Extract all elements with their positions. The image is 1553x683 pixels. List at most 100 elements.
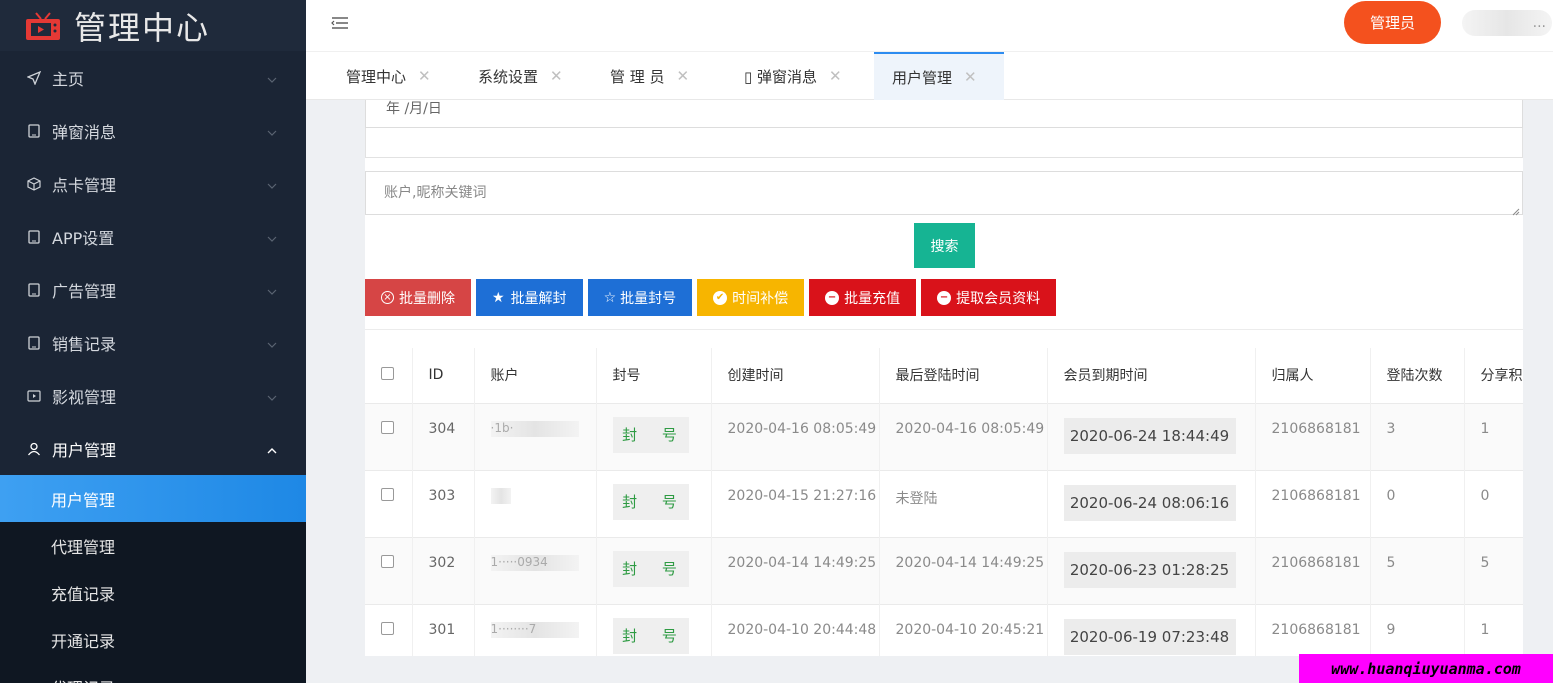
- ban-button[interactable]: 封 号: [612, 550, 689, 587]
- close-icon[interactable]: ✕: [964, 68, 977, 86]
- close-icon[interactable]: ✕: [677, 67, 690, 85]
- tab-popup-messages[interactable]: ▯ 弹窗消息 ✕: [744, 52, 842, 100]
- date-input[interactable]: 年 /月/日: [365, 100, 1523, 128]
- sidebar-item-users[interactable]: 用户管理: [0, 422, 306, 475]
- sidebar-item-cards[interactable]: 点卡管理: [0, 157, 306, 210]
- keyword-textarea[interactable]: 账户,昵称关键词: [365, 171, 1523, 215]
- time-compensation-button[interactable]: ✔ 时间补偿: [697, 279, 805, 316]
- cell-account: 1········7: [474, 603, 597, 656]
- sidebar-item-home[interactable]: 主页: [0, 51, 306, 104]
- sidebar-item-label: 用户管理: [52, 440, 117, 460]
- export-members-button[interactable]: − 提取会员资料: [921, 279, 1057, 316]
- chevron-down-icon: [266, 177, 278, 189]
- table-row[interactable]: 304 ·1b· 封 号 2020-04-16 08:05:49 2020-04…: [365, 402, 1523, 470]
- cell-last-login: 2020-04-14 14:49:25: [879, 536, 1048, 604]
- column-header[interactable]: 创建时间: [711, 348, 880, 403]
- expiry-value: 2020-06-24 18:44:49: [1063, 417, 1236, 454]
- sidebar-subitem-recharge-records[interactable]: 充值记录: [0, 569, 306, 616]
- sidebar-item-label: 弹窗消息: [52, 122, 117, 142]
- batch-delete-button[interactable]: × 批量删除: [365, 279, 471, 316]
- sidebar-subitem-activation-records[interactable]: 开通记录: [0, 616, 306, 663]
- column-header[interactable]: 登陆次数: [1370, 348, 1465, 403]
- row-checkbox[interactable]: [381, 420, 394, 434]
- column-header[interactable]: 账户: [474, 348, 597, 403]
- filter-input[interactable]: [365, 128, 1523, 158]
- cell-expiry: 2020-06-24 18:44:49: [1047, 402, 1256, 470]
- resize-grip-icon[interactable]: [1512, 204, 1520, 216]
- ban-button[interactable]: 封 号: [612, 483, 689, 520]
- cell-last-login: 2020-04-10 20:45:21: [879, 603, 1048, 656]
- select-all-checkbox[interactable]: [381, 366, 394, 380]
- sidebar-subitem-user-management[interactable]: 用户管理: [0, 475, 306, 522]
- admin-role-button[interactable]: 管理员: [1344, 1, 1441, 44]
- table-row[interactable]: 303 封 号 2020-04-15 21:27:16 未登陆 2020-06-…: [365, 469, 1523, 537]
- cell-last-login: 未登陆: [879, 469, 1048, 537]
- column-header[interactable]: 会员到期时间: [1047, 348, 1256, 403]
- column-header[interactable]: ID: [412, 348, 475, 403]
- row-select-cell: [365, 402, 413, 470]
- cell-id: 301: [412, 603, 475, 656]
- column-header[interactable]: 分享积: [1464, 348, 1523, 403]
- tab-bar: 管理中心 ✕ 系统设置 ✕ 管 理 员 ✕ ▯ 弹窗消息 ✕ 用户管理 ✕: [306, 51, 1553, 100]
- column-header[interactable]: 封号: [596, 348, 712, 403]
- menu-toggle-icon[interactable]: [330, 13, 350, 33]
- sidebar-submenu-users: 用户管理 代理管理 充值记录 开通记录 代理记录: [0, 475, 306, 683]
- cell-created: 2020-04-16 08:05:49: [711, 402, 880, 470]
- sidebar-subitem-agent-management[interactable]: 代理管理: [0, 522, 306, 569]
- sidebar: 管理中心 主页 弹窗消息 点卡管理 APP设置 广告管理 销售记录 影视管理 用…: [0, 0, 306, 683]
- ban-button[interactable]: 封 号: [612, 416, 689, 453]
- button-label: 批量解封: [510, 290, 567, 307]
- table-row[interactable]: 302 1·····0934 封 号 2020-04-14 14:49:25 2…: [365, 536, 1523, 604]
- sidebar-item-app-settings[interactable]: APP设置: [0, 210, 306, 263]
- brand-title: 管理中心: [74, 8, 211, 47]
- cell-id: 303: [412, 469, 475, 537]
- batch-recharge-button[interactable]: − 批量充值: [809, 279, 917, 316]
- column-header[interactable]: 归属人: [1255, 348, 1371, 403]
- sidebar-item-video[interactable]: 影视管理: [0, 369, 306, 422]
- users-table-container: ID 账户 封号 创建时间 最后登陆时间 会员到期时间 归属人 登陆次数 分享积…: [365, 329, 1523, 656]
- cell-owner: 2106868181: [1255, 603, 1371, 656]
- cell-last-login: 2020-04-16 08:05:49: [879, 402, 1048, 470]
- watermark-banner: www.huanqiuyuanma.com: [1299, 654, 1553, 683]
- row-select-cell: [365, 536, 413, 604]
- tab-admin-center[interactable]: 管理中心 ✕: [346, 52, 431, 100]
- cell-expiry: 2020-06-24 08:06:16: [1047, 469, 1256, 537]
- tab-label: ▯ 弹窗消息: [744, 67, 818, 86]
- sidebar-item-label: APP设置: [52, 228, 115, 248]
- batch-ban-button[interactable]: ☆ 批量封号: [587, 279, 693, 316]
- sidebar-item-sales[interactable]: 销售记录: [0, 316, 306, 369]
- cell-ban: 封 号: [596, 469, 712, 537]
- button-label: 提取会员资料: [956, 290, 1041, 307]
- close-icon[interactable]: ✕: [829, 67, 842, 85]
- row-checkbox[interactable]: [381, 487, 394, 501]
- tab-administrators[interactable]: 管 理 员 ✕: [610, 52, 689, 100]
- row-select-cell: [365, 603, 413, 656]
- cell-logins: 5: [1370, 536, 1465, 604]
- row-checkbox[interactable]: [381, 621, 394, 635]
- batch-unban-button[interactable]: ★ 批量解封: [476, 279, 583, 316]
- tab-label: 用户管理: [892, 68, 953, 87]
- sidebar-item-ads[interactable]: 广告管理: [0, 263, 306, 316]
- tab-user-management[interactable]: 用户管理 ✕: [874, 52, 1004, 100]
- account-value: 1········7: [490, 621, 579, 638]
- close-icon[interactable]: ✕: [550, 67, 563, 85]
- sidebar-item-label: 广告管理: [52, 281, 117, 301]
- sidebar-item-label: 影视管理: [52, 387, 117, 407]
- user-menu[interactable]: ...: [1462, 10, 1552, 36]
- sidebar-subitem-agent-records[interactable]: 代理记录: [0, 663, 306, 683]
- cell-share: 5: [1464, 536, 1523, 604]
- row-checkbox[interactable]: [381, 554, 394, 568]
- close-icon[interactable]: ✕: [418, 67, 431, 85]
- cell-logins: 9: [1370, 603, 1465, 656]
- search-button[interactable]: 搜索: [914, 223, 975, 268]
- tablet-icon: [26, 282, 42, 298]
- cell-account: [474, 469, 597, 537]
- sidebar-item-popup-messages[interactable]: 弹窗消息: [0, 104, 306, 157]
- ban-button[interactable]: 封 号: [612, 617, 689, 654]
- select-all-cell: [365, 348, 413, 403]
- tab-system-settings[interactable]: 系统设置 ✕: [478, 52, 563, 100]
- table-row[interactable]: 301 1········7 封 号 2020-04-10 20:44:48 2…: [365, 603, 1523, 656]
- play-icon: [26, 388, 42, 404]
- button-label: 批量充值: [844, 290, 901, 307]
- column-header[interactable]: 最后登陆时间: [879, 348, 1048, 403]
